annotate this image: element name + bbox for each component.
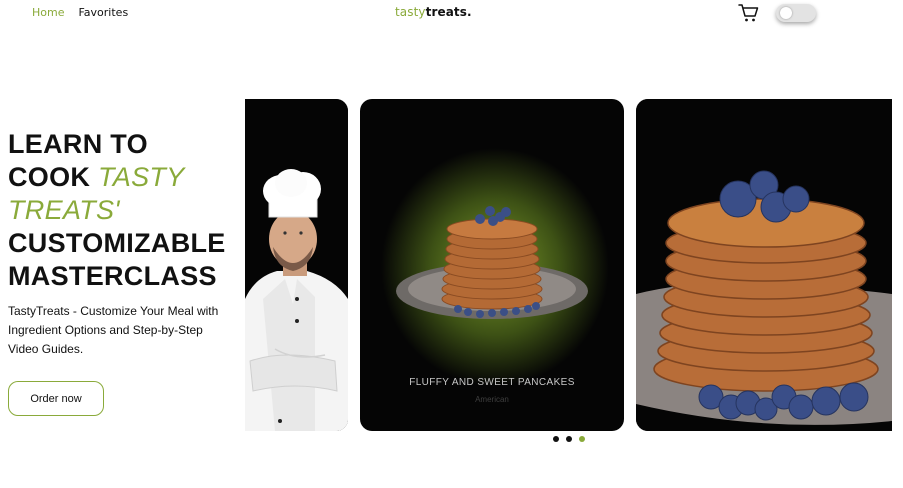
- carousel-card-pancakes[interactable]: FLUFFY AND SWEET PANCAKES American: [360, 99, 624, 431]
- main-nav: Home Favorites: [32, 6, 128, 19]
- cart-icon[interactable]: [738, 3, 760, 23]
- card-recipe-cuisine: American: [475, 395, 509, 404]
- nav-favorites-link[interactable]: Favorites: [78, 6, 128, 19]
- hero-title: LEARN TO COOK TASTY TREATS' CUSTOMIZABLE…: [8, 128, 248, 293]
- carousel-dot-2[interactable]: [566, 436, 572, 442]
- theme-toggle-knob: [780, 7, 792, 19]
- hero-title-line5: MASTERCLASS: [8, 261, 217, 291]
- logo[interactable]: tastytreats.: [395, 5, 472, 19]
- hero-title-line2: COOK: [8, 162, 99, 192]
- carousel-pagination: [553, 436, 585, 442]
- carousel-card-pancakes-closeup[interactable]: [636, 99, 892, 431]
- page: Home Favorites tastytreats. LEARN TO COO…: [0, 0, 903, 488]
- carousel-card-chef[interactable]: [245, 99, 348, 431]
- hero-description: TastyTreats - Customize Your Meal with I…: [8, 304, 219, 356]
- logo-accent: tasty: [395, 5, 426, 19]
- order-now-button[interactable]: Order now: [8, 381, 104, 416]
- hero-title-line4: CUSTOMIZABLE: [8, 228, 226, 258]
- logo-main: treats.: [425, 5, 472, 19]
- carousel-dot-1[interactable]: [553, 436, 559, 442]
- hero-title-accent-2: TREATS': [8, 195, 120, 225]
- theme-toggle[interactable]: [776, 4, 816, 22]
- hero-title-accent-1: TASTY: [98, 162, 185, 192]
- card-recipe-title: FLUFFY AND SWEET PANCAKES: [409, 377, 575, 388]
- carousel-dot-3[interactable]: [579, 436, 585, 442]
- hero-title-line1: LEARN TO: [8, 129, 148, 159]
- pancakes-closeup-image: [636, 99, 892, 431]
- chef-image: [245, 99, 348, 431]
- nav-home-link[interactable]: Home: [32, 6, 64, 19]
